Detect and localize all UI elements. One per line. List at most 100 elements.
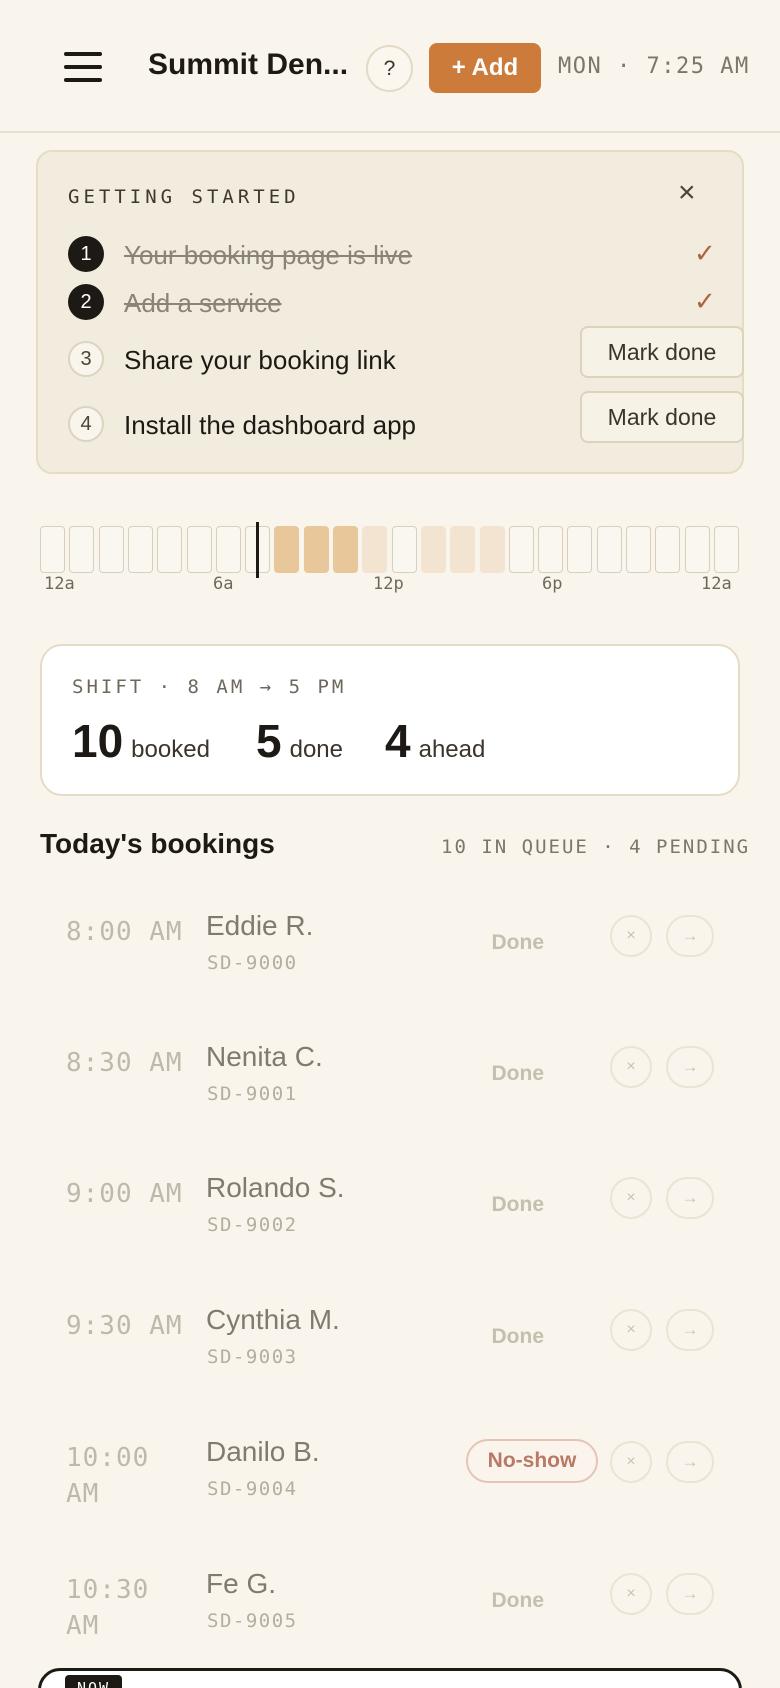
- business-title[interactable]: Summit Den...: [148, 48, 348, 82]
- timeline-label: 6p: [542, 574, 563, 594]
- step-label: Your booking page is live: [124, 240, 413, 270]
- current-time: MON · 7:25 AM: [558, 54, 750, 79]
- status-label: Done: [491, 1062, 545, 1085]
- shift-title: SHIFT · 8 AM → 5 PM: [72, 676, 347, 698]
- mark-done-button[interactable]: Mark done: [580, 391, 744, 443]
- customer-name: Fe G.: [206, 1568, 277, 1599]
- arrow-right-icon[interactable]: →: [666, 915, 714, 957]
- hour-slot: [362, 526, 388, 573]
- booking-time: 9:00 AM: [66, 1179, 183, 1209]
- customer-name: Cynthia M.: [206, 1304, 340, 1335]
- stat-label: done: [289, 736, 343, 763]
- timeline-label: 12a: [44, 574, 75, 594]
- step-number: 2: [68, 284, 104, 320]
- stat-value: 4: [385, 715, 411, 767]
- hour-slot: [538, 526, 564, 573]
- timeline-label: 12a: [701, 574, 732, 594]
- current-booking-card[interactable]: NOW: [38, 1668, 742, 1688]
- booking-row[interactable]: 10:00 AM Danilo B. SD-9004 No-show × →: [40, 1412, 740, 1532]
- customer-name: Nenita C.: [206, 1041, 323, 1072]
- timeline-label: 12p: [373, 574, 404, 594]
- stat-value: 10: [72, 715, 124, 767]
- help-button[interactable]: ?: [366, 45, 413, 92]
- arrow-right-icon[interactable]: →: [666, 1441, 714, 1483]
- booking-id: SD-9000: [207, 952, 298, 974]
- getting-started-title: GETTING STARTED: [68, 186, 300, 208]
- section-title: Today's bookings: [40, 828, 275, 859]
- customer-name: Danilo B.: [206, 1436, 320, 1467]
- hour-slot: [127, 526, 153, 573]
- hour-slot: [303, 526, 329, 573]
- booking-time: 8:30 AM: [66, 1048, 183, 1078]
- hour-slot: [479, 526, 505, 573]
- cancel-icon[interactable]: ×: [610, 1309, 652, 1351]
- status-label: Done: [491, 1589, 545, 1612]
- hour-slot: [391, 526, 417, 573]
- booking-row[interactable]: 8:30 AM Nenita C. SD-9001 Done × →: [40, 1017, 740, 1137]
- hour-slot: [626, 526, 651, 573]
- checkmark-icon: ✓: [694, 238, 716, 268]
- stat-label: booked: [131, 736, 210, 763]
- step-number: 4: [68, 406, 104, 442]
- hour-slot: [655, 526, 681, 573]
- customer-name: Eddie R.: [206, 910, 314, 941]
- hour-slot: [450, 526, 476, 573]
- booking-row[interactable]: 10:30 AM Fe G. SD-9005 Done × →: [40, 1544, 740, 1664]
- hour-slot: [186, 526, 212, 573]
- mark-done-button[interactable]: Mark done: [580, 326, 744, 378]
- hour-slot: [567, 526, 593, 573]
- timeline-label: 6a: [213, 574, 234, 594]
- step-item: 3 Share your booking link Mark done: [68, 326, 744, 379]
- hour-slot: [713, 526, 739, 573]
- status-label: Done: [491, 931, 545, 954]
- getting-started-card: GETTING STARTED × 1 Your booking page is…: [36, 150, 744, 474]
- cancel-icon[interactable]: ×: [610, 1046, 652, 1088]
- cancel-icon[interactable]: ×: [610, 915, 652, 957]
- step-item: 4 Install the dashboard app Mark done: [68, 391, 744, 444]
- booking-id: SD-9004: [207, 1478, 298, 1500]
- stat-done: 5 done: [256, 714, 343, 768]
- arrow-right-icon[interactable]: →: [666, 1309, 714, 1351]
- hour-slot: [157, 526, 183, 573]
- booking-row[interactable]: 9:30 AM Cynthia M. SD-9003 Done × →: [40, 1280, 740, 1400]
- hour-slot: [596, 526, 622, 573]
- cancel-icon[interactable]: ×: [610, 1177, 652, 1219]
- add-button[interactable]: + Add: [429, 43, 541, 93]
- customer-name: Rolando S.: [206, 1172, 345, 1203]
- booking-row[interactable]: 9:00 AM Rolando S. SD-9002 Done × →: [40, 1148, 740, 1268]
- stat-ahead: 4 ahead: [385, 714, 485, 768]
- no-show-badge[interactable]: No-show: [466, 1439, 598, 1483]
- cancel-icon[interactable]: ×: [610, 1441, 652, 1483]
- stat-booked: 10 booked: [72, 714, 210, 768]
- hour-slot: [684, 526, 710, 573]
- hour-slot: [274, 526, 300, 573]
- booking-row[interactable]: 8:00 AM Eddie R. SD-9000 Done × →: [40, 886, 740, 1006]
- app-header: Summit Den... ? + Add MON · 7:25 AM: [0, 0, 780, 133]
- booking-time: 8:00 AM: [66, 917, 183, 947]
- arrow-right-icon[interactable]: →: [666, 1573, 714, 1615]
- menu-icon[interactable]: [64, 52, 102, 82]
- checkmark-icon: ✓: [694, 286, 716, 316]
- step-label: Share your booking link: [124, 345, 396, 375]
- booking-time: 10:00 AM: [66, 1443, 150, 1509]
- cancel-icon[interactable]: ×: [610, 1573, 652, 1615]
- shift-summary-card: SHIFT · 8 AM → 5 PM 10 booked 5 done 4 ahea…: [40, 644, 740, 796]
- stat-value: 5: [256, 715, 282, 767]
- arrow-right-icon[interactable]: →: [666, 1046, 714, 1088]
- hour-slot: [508, 526, 534, 573]
- close-icon[interactable]: ×: [678, 178, 696, 208]
- arrow-right-icon[interactable]: →: [666, 1177, 714, 1219]
- booking-id: SD-9005: [207, 1610, 298, 1632]
- status-label: Done: [491, 1193, 545, 1216]
- hour-slot: [420, 526, 446, 573]
- day-timeline: [40, 522, 740, 578]
- step-item: 1 Your booking page is live ✓: [68, 234, 718, 274]
- booking-time: 9:30 AM: [66, 1311, 183, 1341]
- queue-summary: 10 IN QUEUE · 4 PENDING: [441, 836, 751, 858]
- hour-slot: [69, 526, 95, 573]
- current-time-marker: [255, 522, 259, 578]
- stat-label: ahead: [418, 736, 486, 763]
- now-badge: NOW: [65, 1675, 123, 1688]
- booking-id: SD-9002: [207, 1214, 298, 1236]
- step-label: Add a service: [124, 288, 282, 318]
